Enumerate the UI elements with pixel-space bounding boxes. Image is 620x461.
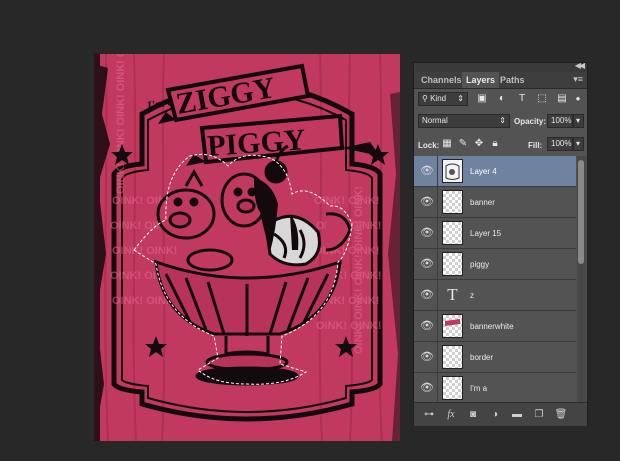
layer-row-banner[interactable]: 👁︎ banner — [414, 187, 576, 218]
link-layers-icon[interactable]: ⊶ — [422, 408, 436, 421]
collapse-panel-icon[interactable]: ◀◀ — [575, 61, 585, 70]
panel-title-bar[interactable]: ◀◀ — [414, 61, 587, 72]
layers-scrollbar[interactable] — [577, 156, 586, 402]
add-mask-icon[interactable]: ◙ — [466, 408, 480, 421]
select-arrows-icon: ⇕ — [499, 116, 506, 125]
ziggy-piggy-artwork: OINK! OINK! OINK! OINK! OINK! OINK! OINK… — [94, 54, 400, 441]
new-adjustment-layer-icon[interactable]: ◑ — [488, 408, 502, 421]
panel-menu-icon[interactable]: ▾≡ — [573, 74, 583, 85]
layer-name: banner — [470, 198, 495, 207]
opacity-label: Opacity: — [514, 117, 547, 126]
svg-text:OINK! OINK!: OINK! OINK! — [314, 245, 379, 257]
divider — [437, 373, 438, 402]
eye-icon[interactable]: 👁︎ — [420, 195, 434, 209]
filter-kind-label: Kind — [430, 94, 447, 103]
layer-name: bannerwhite — [470, 322, 514, 331]
tab-layers[interactable]: Layers — [462, 72, 500, 88]
new-group-folder-icon[interactable]: ▬ — [510, 408, 524, 421]
document-canvas[interactable]: OINK! OINK! OINK! OINK! OINK! OINK! OINK… — [94, 54, 400, 441]
eye-icon[interactable]: 👁︎ — [420, 226, 434, 240]
type-layer-icon: T — [447, 285, 458, 304]
divider — [437, 311, 438, 342]
svg-text:OINK! OINK! OINK! OINK! OINK!: OINK! OINK! OINK! OINK! OINK! — [115, 54, 127, 194]
divider — [437, 218, 438, 249]
layer-thumbnail — [442, 376, 463, 400]
layer-thumbnail — [442, 190, 463, 214]
eye-icon[interactable]: 👁︎ — [420, 257, 434, 271]
divider — [437, 280, 438, 311]
layer-thumbnail — [442, 314, 463, 338]
layers-panel: ◀◀ Channels Layers Paths ▾≡ ⚲ Kind ⇕ ▣ ◐… — [413, 61, 588, 426]
fill-dropdown-button[interactable]: ▾ — [573, 137, 584, 151]
filter-type-icon[interactable]: T — [516, 93, 528, 105]
layer-row-im-a[interactable]: 👁︎ I'm a — [414, 373, 576, 402]
new-layer-icon[interactable]: ❐ — [532, 408, 546, 421]
fill-label: Fill: — [528, 141, 543, 150]
lock-image-pixels-icon[interactable]: ✎ — [457, 138, 469, 150]
svg-text:OINK! OINK!: OINK! OINK! — [112, 245, 177, 257]
filter-shape-icon[interactable]: ⬚ — [536, 93, 548, 105]
blend-mode-value: Normal — [422, 116, 448, 125]
filter-kind-select[interactable]: ⚲ Kind ⇕ — [418, 92, 468, 106]
eye-icon[interactable]: 👁︎ — [420, 381, 434, 395]
svg-text:OINK! OINK!: OINK! OINK! — [314, 195, 379, 207]
layer-thumbnail — [442, 345, 463, 369]
layer-row-layer-4[interactable]: 👁︎ Layer 4 — [414, 156, 576, 187]
layer-name: piggy — [470, 260, 490, 269]
layer-name: Layer 4 — [470, 167, 497, 176]
svg-text:PIGGY: PIGGY — [206, 123, 307, 163]
svg-text:OINK! OINK!: OINK! OINK! — [316, 320, 381, 332]
eye-icon[interactable]: 👁︎ — [420, 319, 434, 333]
divider — [437, 249, 438, 280]
layer-row-layer-15[interactable]: 👁︎ Layer 15 — [414, 218, 576, 249]
layer-thumbnail — [442, 159, 463, 183]
select-arrows-icon: ⇕ — [457, 94, 464, 103]
layer-row-border[interactable]: 👁︎ border — [414, 342, 576, 373]
blend-mode-select[interactable]: Normal ⇕ — [418, 114, 510, 128]
layer-style-fx-icon[interactable]: fx — [444, 408, 458, 421]
layer-row-piggy[interactable]: 👁︎ piggy — [414, 249, 576, 280]
layers-footer-toolbar: ⊶ fx ◙ ◑ ▬ ❐ 🗑︎ — [414, 402, 587, 426]
layer-thumbnail — [442, 221, 463, 245]
eye-icon[interactable]: 👁︎ — [420, 350, 434, 364]
filter-toggle-icon[interactable]: ● — [572, 93, 584, 105]
scrollbar-thumb[interactable] — [578, 160, 584, 264]
layer-name: z — [470, 291, 474, 300]
lock-transparent-pixels-icon[interactable]: ▦ — [441, 138, 453, 150]
filter-smart-object-icon[interactable]: ▤ — [556, 93, 568, 105]
layer-row-bannerwhite[interactable]: 👁︎ bannerwhite — [414, 311, 576, 342]
fill-input[interactable]: 100% — [547, 137, 573, 151]
layer-thumbnail — [442, 252, 463, 276]
tab-paths[interactable]: Paths — [496, 72, 529, 88]
tab-channels[interactable]: Channels — [417, 72, 466, 88]
eye-icon[interactable]: 👁︎ — [420, 288, 434, 302]
eye-icon[interactable]: 👁︎ — [420, 164, 434, 178]
divider — [437, 342, 438, 373]
lock-label: Lock: — [418, 141, 440, 150]
opacity-input[interactable]: 100% — [547, 114, 573, 128]
filter-adjustment-icon[interactable]: ◐ — [496, 93, 508, 105]
filter-pixel-icon[interactable]: ▣ — [476, 93, 488, 105]
search-icon: ⚲ — [422, 94, 428, 103]
layer-name: border — [470, 353, 494, 362]
layer-row-z[interactable]: 👁︎ T z — [414, 280, 576, 311]
divider — [437, 156, 438, 187]
lock-all-icon[interactable]: 🔒︎ — [489, 138, 501, 150]
layer-name: Layer 15 — [470, 229, 502, 238]
lock-position-icon[interactable]: ✥ — [473, 138, 485, 150]
svg-text:ZIGGY: ZIGGY — [173, 71, 278, 121]
divider — [437, 187, 438, 218]
opacity-dropdown-button[interactable]: ▾ — [573, 114, 584, 128]
panel-tab-bar: Channels Layers Paths ▾≡ — [414, 72, 587, 89]
trash-icon[interactable]: 🗑︎ — [554, 408, 568, 421]
layers-list: 👁︎ Layer 4 👁︎ banner 👁︎ Layer 15 👁︎ pigg… — [414, 156, 576, 402]
layer-name: I'm a — [470, 384, 488, 393]
